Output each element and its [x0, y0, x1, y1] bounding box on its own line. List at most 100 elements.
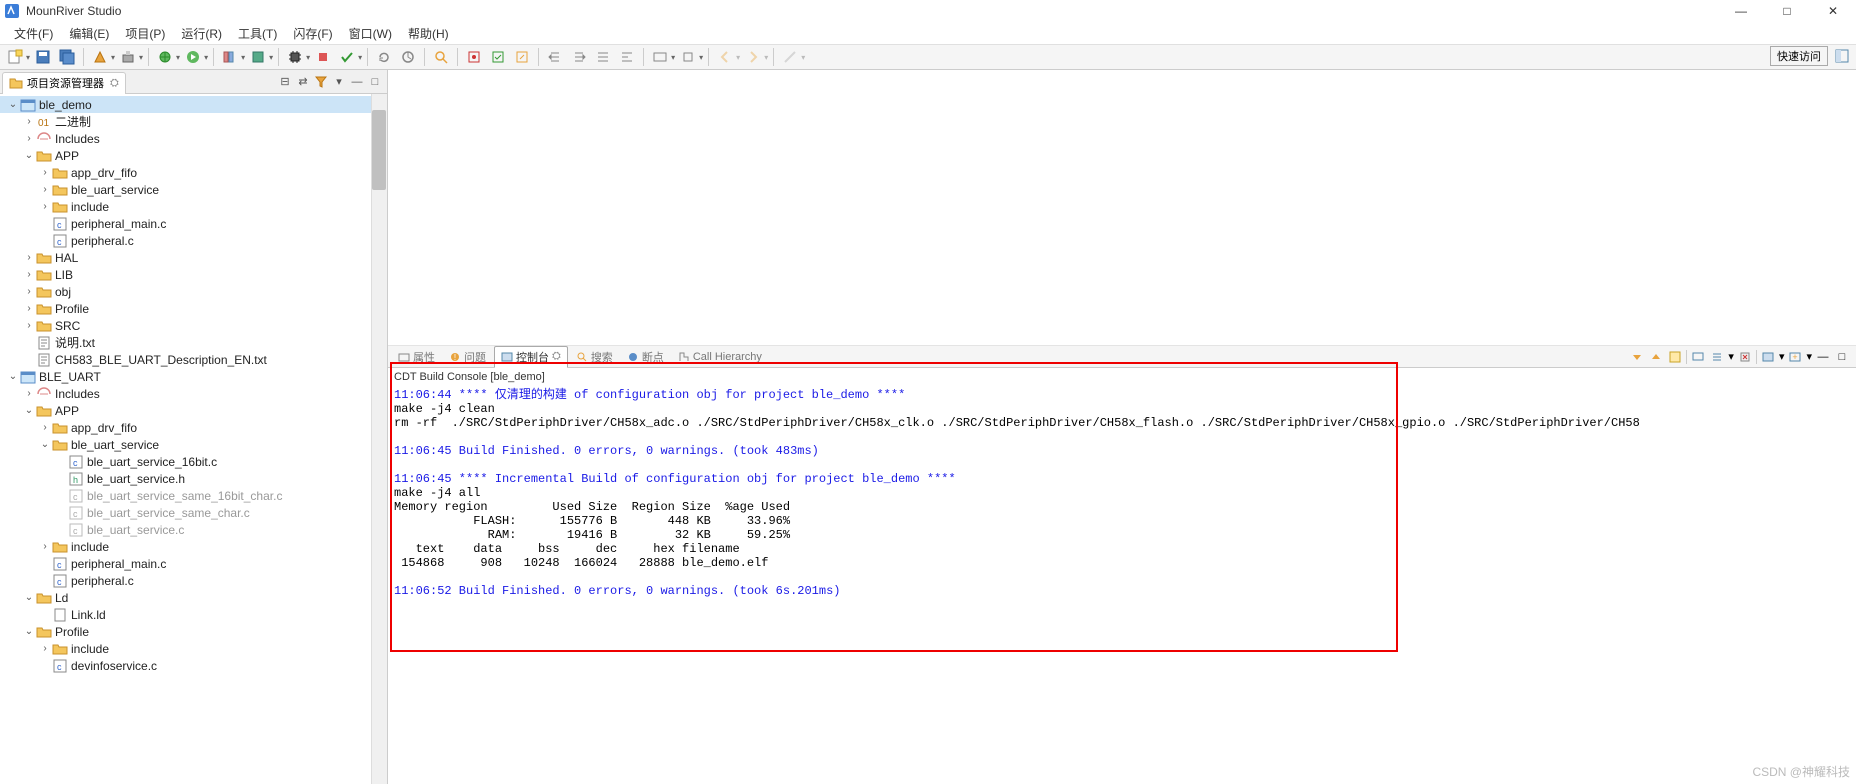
tree-node[interactable]: cperipheral.c [0, 232, 387, 249]
books-icon[interactable] [219, 46, 241, 68]
debug-button[interactable] [154, 46, 176, 68]
new-button[interactable] [4, 46, 26, 68]
console-output[interactable]: 11:06:44 **** 仅清理的构建 of configuration ob… [388, 386, 1856, 600]
collapse-all-icon[interactable]: ⊟ [277, 74, 293, 90]
bottom-tab[interactable]: 断点 [621, 347, 670, 367]
stop-icon[interactable] [312, 46, 334, 68]
tree-node[interactable]: cperipheral_main.c [0, 555, 387, 572]
tree-node[interactable]: ›ble_uart_service [0, 181, 387, 198]
scroll-down-icon[interactable] [1629, 349, 1645, 365]
minimize-view-icon[interactable]: — [349, 74, 365, 90]
tree-node[interactable]: ⌄BLE_UART [0, 368, 387, 385]
tree-node[interactable]: ›include [0, 640, 387, 657]
project-tree[interactable]: ⌄ble_demo›01二进制›Includes⌄APP›app_drv_fif… [0, 94, 387, 784]
chip-icon[interactable] [284, 46, 306, 68]
menu-item[interactable]: 工具(T) [232, 23, 283, 44]
filter-icon[interactable] [313, 74, 329, 90]
run-button[interactable] [182, 46, 204, 68]
twisty-icon[interactable]: › [38, 184, 52, 195]
tree-node[interactable]: cble_uart_service_same_16bit_char.c [0, 487, 387, 504]
twisty-icon[interactable]: ⌄ [6, 371, 20, 382]
display-tab-icon[interactable] [1690, 349, 1706, 365]
menu-item[interactable]: 编辑(E) [63, 23, 115, 44]
open-console-icon[interactable] [1760, 349, 1776, 365]
tree-node[interactable]: ›Includes [0, 130, 387, 147]
tree-node[interactable]: ⌄APP [0, 402, 387, 419]
menu-item[interactable]: 帮助(H) [402, 23, 455, 44]
tree-node[interactable]: ›SRC [0, 317, 387, 334]
menu-item[interactable]: 运行(R) [175, 23, 228, 44]
back-icon[interactable] [714, 46, 736, 68]
search-icon[interactable] [430, 46, 452, 68]
explorer-tab[interactable]: 项目资源管理器 ⛭ [2, 72, 126, 94]
tree-node[interactable]: ⌄ble_uart_service [0, 436, 387, 453]
tree-node[interactable]: cdevinfoservice.c [0, 657, 387, 674]
tree-node[interactable]: ›include [0, 198, 387, 215]
twisty-icon[interactable]: ⌄ [38, 439, 52, 450]
tree-node[interactable]: Link.ld [0, 606, 387, 623]
tree-node[interactable]: ⌄APP [0, 147, 387, 164]
maximize-bottom-icon[interactable]: □ [1834, 349, 1850, 365]
tree-node[interactable]: cble_uart_service_16bit.c [0, 453, 387, 470]
tree-node[interactable]: cble_uart_service_same_char.c [0, 504, 387, 521]
bottom-tab[interactable]: 搜索 [570, 347, 619, 367]
build-button[interactable] [89, 46, 111, 68]
tree-scrollbar[interactable] [371, 94, 387, 784]
new-console-icon[interactable]: + [1787, 349, 1803, 365]
bottom-tab[interactable]: Call Hierarchy [672, 349, 768, 365]
book-icon[interactable] [247, 46, 269, 68]
refresh-icon[interactable] [373, 46, 395, 68]
twisty-icon[interactable]: › [38, 167, 52, 178]
twisty-icon[interactable]: › [22, 133, 36, 144]
tree-node[interactable]: cperipheral_main.c [0, 215, 387, 232]
twisty-icon[interactable]: › [38, 422, 52, 433]
tree-node[interactable]: ›obj [0, 283, 387, 300]
tree-node[interactable]: cble_uart_service.c [0, 521, 387, 538]
tree-node[interactable]: ›include [0, 538, 387, 555]
wand-icon[interactable] [779, 46, 801, 68]
twisty-icon[interactable]: ⌄ [22, 150, 36, 161]
twisty-icon[interactable]: ⌄ [22, 592, 36, 603]
menu-item[interactable]: 窗口(W) [343, 23, 398, 44]
twisty-icon[interactable]: › [38, 541, 52, 552]
menu-item[interactable]: 闪存(F) [287, 23, 338, 44]
window-maximize-button[interactable]: □ [1764, 0, 1810, 22]
menu-item[interactable]: 项目(P) [119, 23, 171, 44]
bottom-tab[interactable]: 控制台 ⛭ [494, 346, 568, 368]
quick-access-button[interactable]: 快速访问 [1770, 46, 1828, 66]
fwd-icon[interactable] [742, 46, 764, 68]
lines1-icon[interactable] [592, 46, 614, 68]
window-close-button[interactable]: ✕ [1810, 0, 1856, 22]
tree-node[interactable]: 说明.txt [0, 334, 387, 351]
perspective-icon[interactable] [1832, 46, 1852, 66]
box1-icon[interactable] [463, 46, 485, 68]
twisty-icon[interactable]: ⌄ [6, 99, 20, 110]
tree-node[interactable]: ⌄Profile [0, 623, 387, 640]
tree-node[interactable]: ⌄ble_demo [0, 96, 387, 113]
outdent-icon[interactable] [544, 46, 566, 68]
clear-console-icon[interactable] [1737, 349, 1753, 365]
tree-node[interactable]: ›Includes [0, 385, 387, 402]
reset-icon[interactable] [397, 46, 419, 68]
pin-console-icon[interactable] [1667, 349, 1683, 365]
box2-icon[interactable] [487, 46, 509, 68]
twisty-icon[interactable]: › [22, 388, 36, 399]
link-editor-icon[interactable]: ⇄ [295, 74, 311, 90]
minimize-bottom-icon[interactable]: — [1815, 349, 1831, 365]
twisty-icon[interactable]: ⌄ [22, 626, 36, 637]
twisty-icon[interactable]: › [22, 286, 36, 297]
tree-node[interactable]: ›Profile [0, 300, 387, 317]
tgt-icon[interactable] [649, 46, 671, 68]
maximize-view-icon[interactable]: □ [367, 74, 383, 90]
box3-icon[interactable] [511, 46, 533, 68]
tree-node[interactable]: ›LIB [0, 266, 387, 283]
clean-button[interactable] [117, 46, 139, 68]
lines2-icon[interactable] [616, 46, 638, 68]
tree-node[interactable]: ›01二进制 [0, 113, 387, 130]
twisty-icon[interactable]: › [22, 252, 36, 263]
tree-node[interactable]: ›app_drv_fifo [0, 164, 387, 181]
tree-node[interactable]: ›HAL [0, 249, 387, 266]
tree-node[interactable]: cperipheral.c [0, 572, 387, 589]
twisty-icon[interactable]: ⌄ [22, 405, 36, 416]
tree-node[interactable]: ›app_drv_fifo [0, 419, 387, 436]
